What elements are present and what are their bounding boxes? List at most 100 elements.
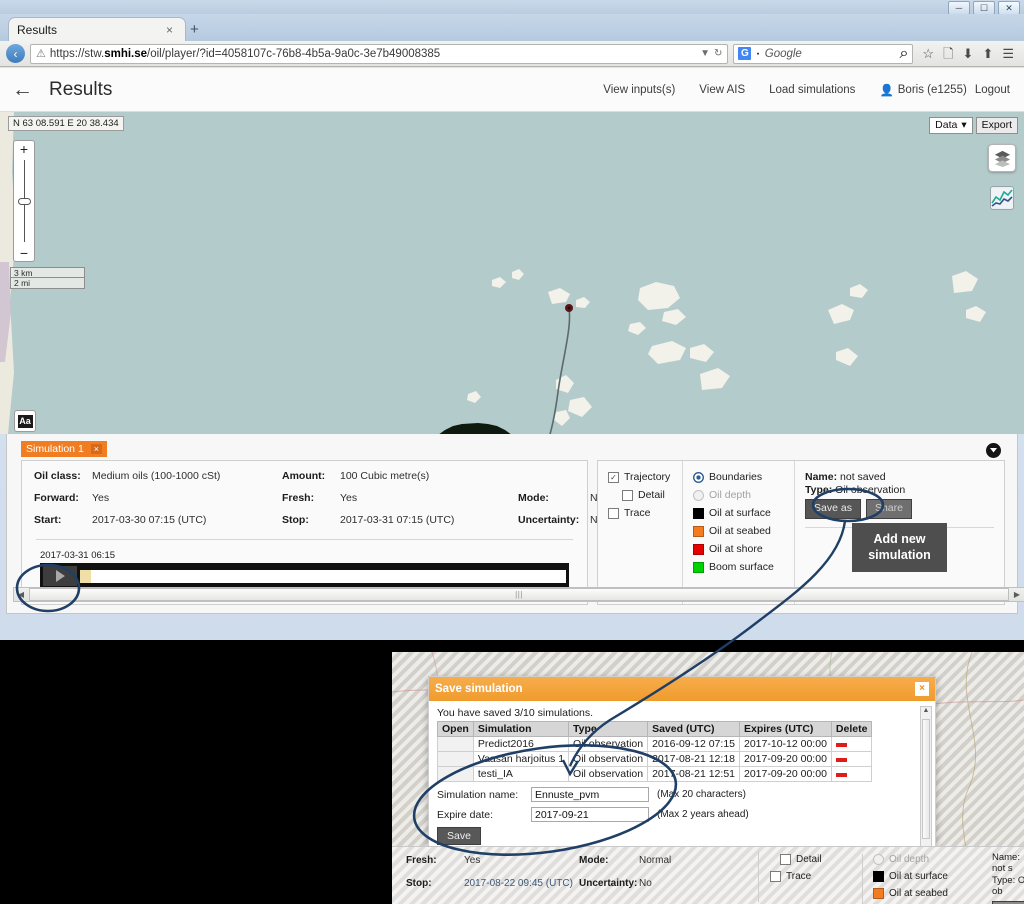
delete-icon[interactable]	[835, 773, 847, 777]
delete-icon[interactable]	[835, 743, 847, 747]
legend-row-oil-at-surface: Oil at surface	[693, 507, 784, 519]
dialog-vertical-scrollbar[interactable]: ▲ ▼	[920, 706, 932, 854]
header-link-view-ais[interactable]: View AIS	[699, 84, 745, 96]
cell-delete[interactable]	[830, 751, 873, 767]
checkbox-row-detail[interactable]: Detail	[608, 489, 672, 501]
oil-depth-radio[interactable]	[693, 489, 704, 501]
zoom-in-icon[interactable]: +	[20, 141, 28, 157]
search-engine-caret-icon[interactable]: ·	[755, 45, 760, 63]
cell-open[interactable]	[437, 766, 474, 782]
map-label-toggle-button[interactable]: Aa	[14, 410, 36, 432]
simulation-tab[interactable]: Simulation 1 ×	[21, 441, 108, 457]
bookmark-star-icon[interactable]: ☆	[922, 47, 934, 60]
export-button[interactable]: Export	[975, 117, 1018, 134]
label-uncertainty: Uncertainty:	[518, 514, 580, 526]
logout-link[interactable]: Logout	[975, 84, 1010, 96]
bg-radio-row-oil-depth[interactable]: Oil depth	[873, 854, 982, 865]
zoom-out-icon[interactable]: −	[20, 245, 28, 261]
browser-back-icon[interactable]: ‹	[6, 44, 25, 63]
player-progress-track[interactable]	[80, 569, 566, 583]
home-icon[interactable]: ⬆	[982, 47, 993, 60]
panel-collapse-button[interactable]	[986, 443, 1001, 458]
dialog-save-button[interactable]: Save	[437, 827, 481, 845]
reload-icon[interactable]: ↻	[714, 48, 722, 59]
radio-row-boundaries[interactable]: Boundaries	[693, 471, 784, 483]
oil-at-surface-label: Oil at surface	[709, 507, 771, 519]
cell-delete[interactable]	[830, 736, 873, 752]
scale-mi: 2 mi	[10, 278, 85, 289]
tab-close-icon[interactable]: ×	[162, 23, 177, 37]
delete-icon[interactable]	[835, 758, 847, 762]
table-row[interactable]: testi_IA Oil observation 2017-08-21 12:5…	[437, 766, 873, 782]
table-row[interactable]: Vaasan harjoitus 1 Oil observation 2017-…	[437, 751, 873, 767]
detail-checkbox[interactable]	[622, 489, 633, 501]
play-button[interactable]	[43, 566, 77, 586]
bg-checkbox-row-detail[interactable]: Detail	[770, 854, 856, 865]
header-link-view-inputs[interactable]: View inputs(s)	[603, 84, 675, 96]
close-icon[interactable]: ✕	[998, 1, 1020, 15]
scroll-up-icon[interactable]: ▲	[923, 707, 930, 714]
detail-label: Detail	[638, 489, 665, 501]
menu-icon[interactable]: ☰	[1002, 47, 1014, 60]
downloads-icon[interactable]: ⬇	[963, 47, 974, 60]
scroll-left-icon[interactable]: ◀	[14, 590, 28, 599]
save-as-button[interactable]: Save as	[805, 499, 861, 519]
tab-strip: Results × +	[0, 14, 1024, 42]
scrollbar-thumb[interactable]: |||	[29, 588, 1009, 601]
dialog-close-icon[interactable]: ×	[915, 682, 929, 696]
share-button[interactable]: Share	[865, 499, 912, 519]
checkbox-row-trajectory[interactable]: ✓ Trajectory	[608, 471, 672, 483]
address-bar[interactable]: ⚠ https://stw.smhi.se/oil/player/?id=405…	[30, 43, 729, 64]
table-row[interactable]: Predict2016 Oil observation 2016-09-12 0…	[437, 736, 873, 752]
bg-checkbox-row-trace[interactable]: Trace	[770, 871, 856, 882]
bg-meta-name: Name: not s	[992, 852, 1020, 874]
simulation-name-input[interactable]	[531, 787, 649, 802]
checkbox-row-trace[interactable]: Trace	[608, 507, 672, 519]
zoom-slider-thumb[interactable]	[17, 197, 31, 205]
boundaries-radio[interactable]	[693, 471, 704, 483]
oil-at-seabed-swatch	[693, 525, 704, 537]
zoom-slider-track[interactable]	[17, 160, 31, 242]
maximize-icon[interactable]: ☐	[973, 1, 995, 15]
trace-checkbox[interactable]	[608, 507, 619, 519]
trajectory-checkbox[interactable]: ✓	[608, 471, 619, 483]
map-zoom-control[interactable]: + −	[13, 140, 35, 262]
add-new-simulation-button[interactable]: Add new simulation	[852, 523, 947, 573]
expire-date-row: Expire date: (Max 2 years ahead)	[437, 807, 927, 822]
data-dropdown-button[interactable]: Data ▾	[929, 117, 973, 134]
text-label-icon: Aa	[17, 414, 33, 428]
bg-oil-at-surface-label: Oil at surface	[889, 871, 948, 882]
map-graph-button[interactable]	[990, 186, 1014, 210]
label-fresh: Fresh:	[282, 492, 315, 504]
browser-horizontal-scrollbar[interactable]: ◀ ||| ▶	[13, 587, 1024, 602]
map-canvas[interactable]: N 63 08.591 E 20 38.434 + − 3 km 2 mi Aa	[0, 112, 1024, 434]
bg-trace-checkbox[interactable]	[770, 871, 781, 882]
reading-list-icon[interactable]: 🗋	[943, 47, 953, 60]
dialog-scrollbar-thumb[interactable]	[922, 719, 930, 839]
label-oil-class: Oil class:	[34, 470, 81, 482]
cell-open[interactable]	[437, 751, 474, 767]
expire-date-input[interactable]	[531, 807, 649, 822]
bg-detail-checkbox[interactable]	[780, 854, 791, 865]
bg-oil-depth-radio[interactable]	[873, 854, 884, 865]
minimize-icon[interactable]: ─	[948, 1, 970, 15]
value-amount: 100 Cubic metre(s)	[340, 470, 430, 482]
new-tab-button[interactable]: +	[190, 22, 199, 37]
boom-surface-label: Boom surface	[709, 561, 774, 573]
cell-delete[interactable]	[830, 766, 873, 782]
radio-row-oil-depth[interactable]: Oil depth	[693, 489, 784, 501]
tab-title: Results	[17, 23, 58, 37]
app-back-arrow-icon[interactable]: ←	[12, 79, 33, 100]
chevron-down-icon[interactable]: ▼	[700, 48, 710, 59]
search-bar[interactable]: G · Google ⌕	[733, 43, 914, 64]
cell-open[interactable]	[437, 736, 474, 752]
bg-detail-label: Detail	[796, 854, 822, 865]
chevron-down-icon: ▾	[961, 119, 967, 132]
map-layers-button[interactable]	[988, 144, 1016, 172]
simulation-tab-close-icon[interactable]: ×	[90, 444, 103, 454]
browser-tab-results[interactable]: Results ×	[8, 17, 186, 42]
search-icon[interactable]: ⌕	[899, 45, 908, 63]
scroll-right-icon[interactable]: ▶	[1010, 590, 1024, 599]
header-link-load-simulations[interactable]: Load simulations	[769, 84, 855, 96]
google-logo-icon: G	[738, 47, 752, 60]
